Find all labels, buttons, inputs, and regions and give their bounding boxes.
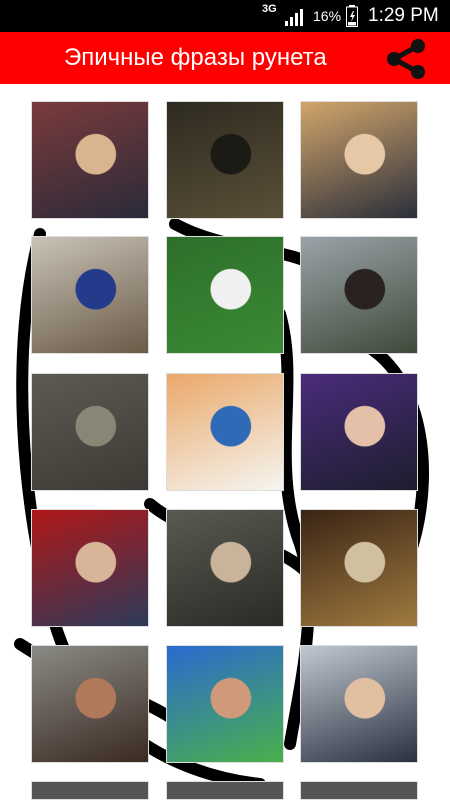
thumb-partial[interactable] (300, 781, 418, 800)
share-icon[interactable] (384, 36, 428, 80)
phrase-grid (0, 84, 450, 800)
battery-percent: 16% (313, 8, 342, 24)
clock: 1:29 PM (368, 5, 439, 26)
thumb-dark-wizard[interactable] (166, 101, 284, 219)
thumb-wrestler-cap[interactable] (166, 645, 284, 763)
thumb-crowd-speaker[interactable] (166, 509, 284, 627)
app-bar: Эпичные фразы рунета (0, 32, 450, 84)
thumb-spartan-shout[interactable] (31, 645, 149, 763)
thumb-street-interview-couple[interactable] (300, 101, 418, 219)
thumb-news-presenter[interactable] (300, 373, 418, 491)
thumb-wizard-staff[interactable] (300, 509, 418, 627)
thumb-old-man-interview[interactable] (31, 236, 149, 354)
battery-icon (346, 5, 358, 27)
thumb-partial[interactable] (31, 781, 149, 800)
network-type: 3G (262, 3, 277, 15)
status-bar: 3G 16% 1:29 PM (0, 0, 450, 32)
thumb-tv-host-audience[interactable] (31, 101, 149, 219)
thumb-officials-press[interactable] (300, 645, 418, 763)
thumb-young-man-park[interactable] (300, 236, 418, 354)
thumb-partial[interactable] (166, 781, 284, 800)
thumb-shooter-game[interactable] (31, 373, 149, 491)
signal-icon (285, 9, 303, 26)
thumb-politician-red[interactable] (31, 509, 149, 627)
app-title: Эпичные фразы рунета (64, 44, 327, 71)
thumb-cartoon-family[interactable] (166, 373, 284, 491)
thumb-football-field[interactable] (166, 236, 284, 354)
